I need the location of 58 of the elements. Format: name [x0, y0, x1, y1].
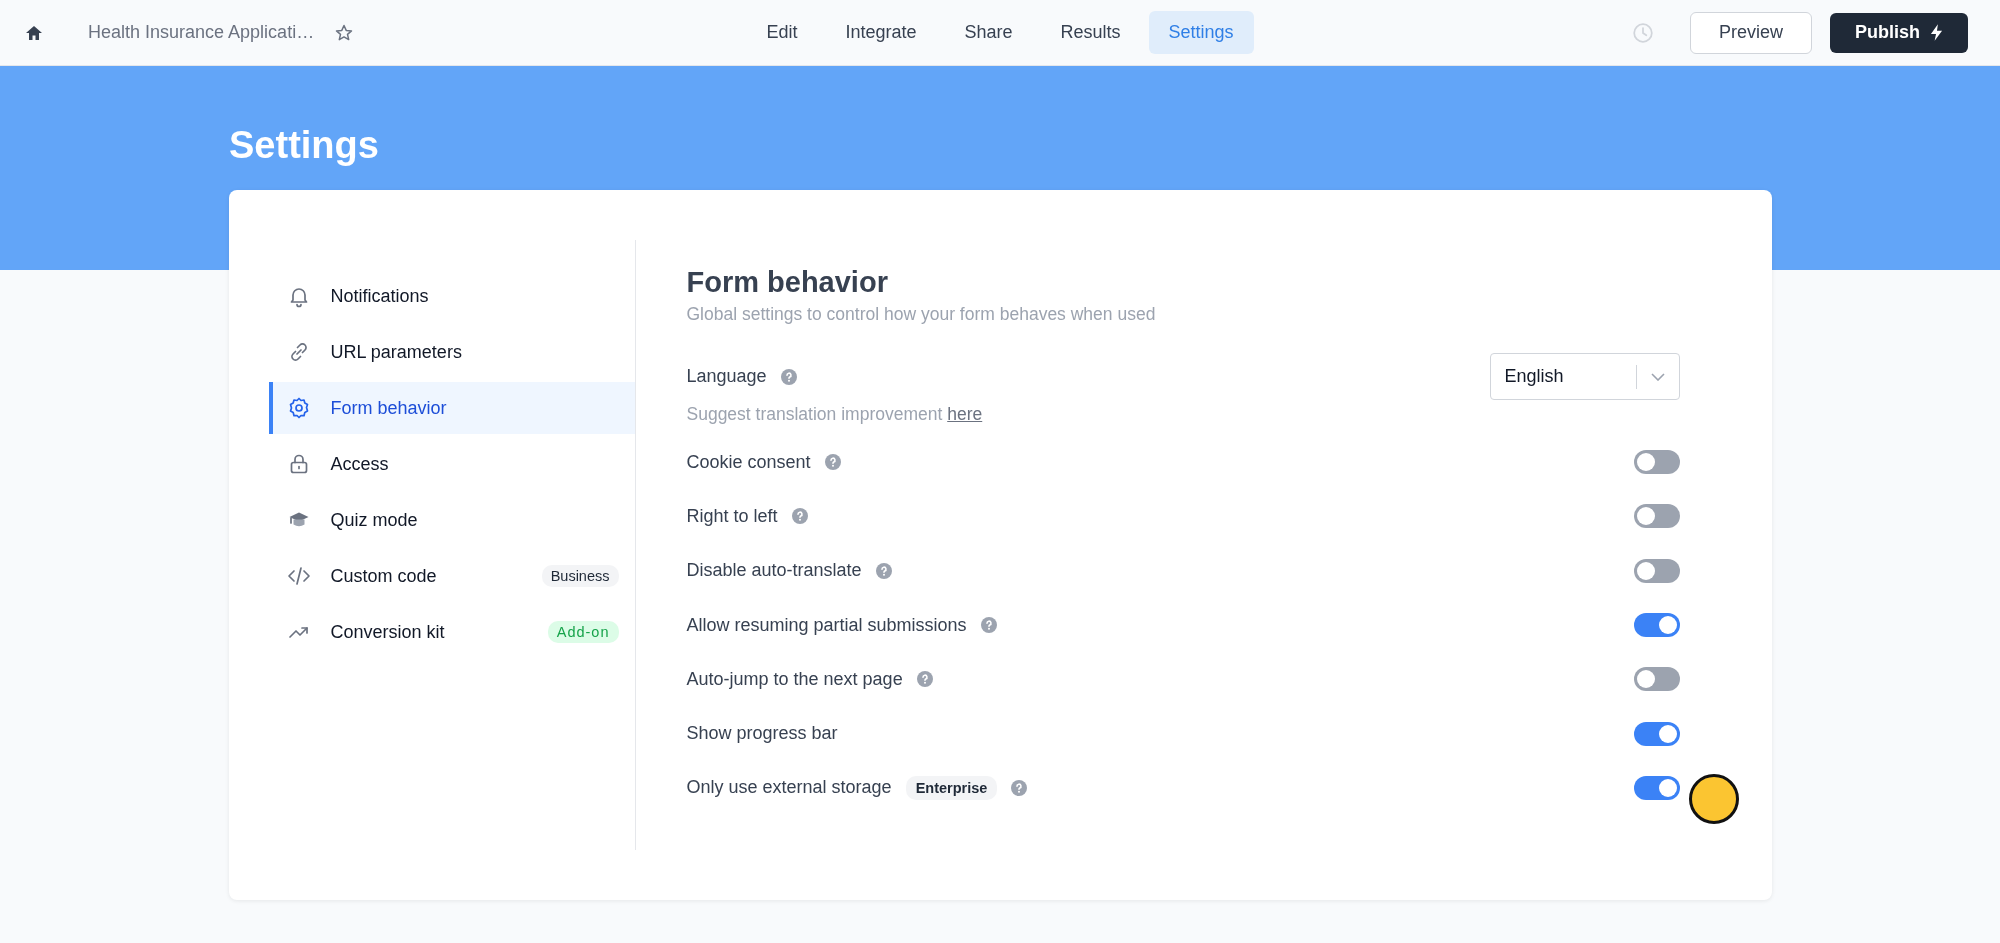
- toggle-switch[interactable]: [1633, 558, 1680, 583]
- help-icon[interactable]: [980, 617, 997, 634]
- language-select[interactable]: English: [1489, 353, 1680, 400]
- setting-label: Allow resuming partial submissions: [686, 614, 967, 636]
- form-title[interactable]: Health Insurance Applicati…: [88, 22, 315, 43]
- help-icon[interactable]: [916, 671, 933, 688]
- sidebar-item-label: Quiz mode: [330, 509, 419, 531]
- setting-label: Auto-jump to the next page: [686, 668, 903, 690]
- toggle-switch[interactable]: [1633, 450, 1680, 475]
- click-marker-icon: [1688, 774, 1739, 824]
- help-icon[interactable]: [780, 368, 797, 385]
- help-icon[interactable]: [791, 508, 808, 525]
- help-icon[interactable]: [1011, 779, 1028, 796]
- sidebar-item[interactable]: Form behavior: [268, 382, 635, 434]
- nav-tab[interactable]: Integrate: [825, 11, 937, 54]
- sidebar-item-label: Notifications: [330, 285, 430, 307]
- sidebar-item-label: Form behavior: [330, 397, 448, 419]
- sidebar-item-label: Conversion kit: [330, 621, 446, 643]
- plan-badge: Enterprise: [905, 775, 998, 800]
- page-title: Settings: [229, 124, 380, 167]
- toggle-switch[interactable]: [1633, 504, 1680, 529]
- translation-hint: Suggest translation improvement here: [686, 404, 984, 425]
- sidebar-item-label: Access: [330, 453, 390, 475]
- toggle-switch[interactable]: [1633, 613, 1680, 638]
- nav-tab[interactable]: Edit: [746, 11, 818, 54]
- sidebar-item[interactable]: Notifications: [268, 270, 635, 322]
- chevron-down-icon: [1650, 372, 1665, 381]
- help-icon[interactable]: [875, 562, 892, 579]
- setting-label: Language: [686, 366, 767, 387]
- add-on-badge: Add-on: [547, 621, 619, 643]
- preview-button[interactable]: Preview: [1690, 11, 1812, 54]
- sidebar-item[interactable]: Quiz mode: [268, 494, 635, 546]
- sidebar-item[interactable]: Custom code Business: [268, 550, 635, 602]
- here-link[interactable]: here: [947, 404, 983, 424]
- setting-label: Disable auto-translate: [686, 560, 862, 582]
- section-title: Form behavior: [686, 266, 889, 299]
- sidebar-item[interactable]: Conversion kit Add-on: [268, 606, 635, 658]
- sidebar-item-label: Custom code: [330, 565, 438, 587]
- setting-label: Show progress bar: [686, 723, 838, 745]
- toggle-switch[interactable]: [1633, 721, 1680, 746]
- setting-label: Right to left: [686, 505, 778, 527]
- toggle-switch[interactable]: [1633, 775, 1680, 800]
- sidebar-item[interactable]: URL parameters: [268, 326, 635, 378]
- section-subtitle: Global settings to control how your form behaves when used: [686, 304, 1157, 325]
- nav-tab[interactable]: Results: [1040, 11, 1141, 54]
- star-icon[interactable]: [334, 22, 355, 43]
- sidebar-item-label: URL parameters: [330, 341, 463, 363]
- nav-tab[interactable]: Share: [944, 11, 1033, 54]
- setting-label: Cookie consent: [686, 451, 811, 473]
- plan-badge: Business: [541, 565, 619, 587]
- code-icon: [286, 564, 311, 588]
- clock-icon[interactable]: [1632, 21, 1654, 44]
- setting-label: Only use external storage: [686, 777, 892, 799]
- toggle-switch[interactable]: [1633, 667, 1680, 692]
- lightning-icon: [1930, 24, 1943, 41]
- help-icon[interactable]: [824, 454, 841, 471]
- sidebar-item[interactable]: Access: [268, 438, 635, 490]
- publish-button[interactable]: Publish: [1830, 12, 1968, 53]
